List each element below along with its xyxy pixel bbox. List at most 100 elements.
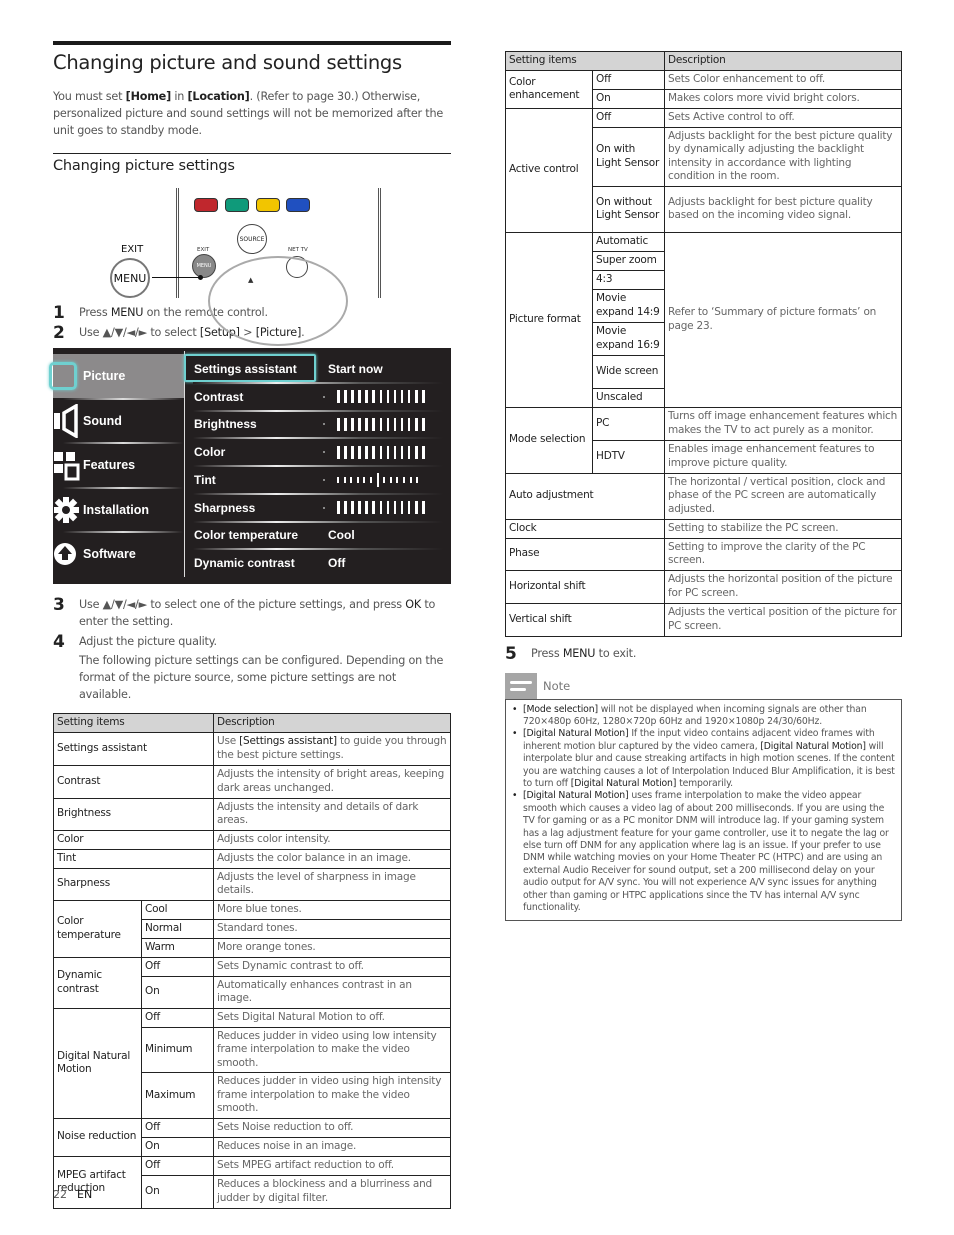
slider-marker bbox=[323, 451, 325, 454]
separator bbox=[193, 437, 443, 440]
header-setting-items: Setting items bbox=[505, 51, 665, 71]
category-label: Sound bbox=[83, 414, 122, 428]
tv-menu-item: Sharpness bbox=[185, 494, 447, 522]
slider-marker bbox=[323, 423, 325, 426]
note-item: [Digital Natural Motion] uses frame inte… bbox=[512, 790, 895, 914]
setting-option: Super zoom bbox=[592, 250, 665, 271]
slider-tick bbox=[379, 390, 383, 404]
red-button bbox=[194, 198, 218, 212]
step-number: 3 bbox=[53, 595, 65, 615]
setting-option: Off bbox=[141, 1007, 214, 1028]
table-row: Picture format Automatic Refer to ‘Summary… bbox=[505, 231, 902, 408]
setting-item: Dynamic contrast bbox=[53, 956, 142, 1009]
source-label: SOURCE bbox=[239, 235, 265, 243]
level-slider bbox=[337, 417, 425, 431]
setting-item: Settings assistant bbox=[53, 731, 214, 766]
small-menu-label: MENU bbox=[196, 263, 212, 269]
setting-description: Reduces judder in video using high inten… bbox=[213, 1072, 451, 1119]
nav-ring bbox=[208, 256, 348, 346]
level-slider bbox=[337, 501, 425, 514]
setting-item: Digital Natural Motion bbox=[53, 1007, 142, 1119]
slider-tick bbox=[337, 417, 340, 431]
setting-description: Reduces a blockiness and a blurriness an… bbox=[213, 1174, 451, 1209]
tv-item-value bbox=[323, 445, 447, 459]
table-row: Vertical shift Adjusts the vertical posit… bbox=[505, 602, 902, 637]
tv-item-value: Start now bbox=[328, 362, 383, 376]
setting-description: Enables image enhancement features to im… bbox=[664, 439, 902, 474]
setting-description: Sets Digital Natural Motion to off. bbox=[213, 1007, 451, 1028]
slider-tick bbox=[415, 417, 418, 431]
setting-description: Adjusts the level of sharpness in image … bbox=[213, 867, 451, 901]
slider-marker bbox=[323, 506, 325, 509]
tv-category-sound: Sound bbox=[53, 399, 184, 443]
menu-button-callout: MENU bbox=[110, 258, 150, 298]
slider-tick bbox=[407, 417, 411, 431]
table-row: Clock Setting to stabilize the PC screen. bbox=[505, 518, 902, 539]
slider-tick bbox=[386, 417, 390, 431]
menu-label: MENU bbox=[113, 271, 147, 285]
category-label: Installation bbox=[83, 503, 149, 517]
gear-icon bbox=[53, 495, 81, 525]
slider-tick bbox=[372, 445, 375, 459]
slider-tick bbox=[351, 501, 354, 514]
small-menu-button: MENU bbox=[192, 254, 216, 278]
table-header: Setting items Description bbox=[53, 713, 451, 733]
tv-item-value bbox=[323, 501, 447, 514]
slider-tick bbox=[416, 476, 419, 483]
right-column: Setting items Description Color enhancem… bbox=[505, 51, 902, 922]
slider-tick bbox=[351, 417, 354, 431]
table-header: Setting items Description bbox=[505, 51, 902, 71]
setting-option: Normal bbox=[141, 918, 214, 939]
language-label: EN bbox=[77, 1188, 93, 1201]
setting-option: PC bbox=[592, 406, 665, 441]
slider-tick bbox=[393, 445, 397, 459]
setting-option: Maximum bbox=[141, 1072, 214, 1119]
slider-tick bbox=[372, 501, 375, 514]
setting-option: On bbox=[592, 88, 665, 109]
tv-item-label: Tint bbox=[194, 472, 216, 487]
slider-marker bbox=[323, 478, 325, 481]
step-number: 1 bbox=[53, 303, 65, 323]
table-row: Sharpness Adjusts the level of sharpness … bbox=[53, 867, 451, 901]
setting-description: Adjusts the horizontal position of the p… bbox=[664, 569, 902, 604]
setting-option: On bbox=[141, 1174, 214, 1209]
note-icon bbox=[505, 672, 537, 699]
setting-option: Unscaled bbox=[592, 387, 665, 408]
slider-tick bbox=[400, 501, 404, 514]
slider-tick bbox=[365, 417, 368, 431]
top-rule bbox=[53, 41, 451, 45]
slider-tick bbox=[415, 501, 418, 514]
level-slider bbox=[337, 445, 425, 459]
setting-option: Cool bbox=[141, 899, 214, 920]
slider-tick bbox=[393, 501, 397, 514]
tv-item-label: Dynamic contrast bbox=[194, 555, 295, 570]
note-header: Note bbox=[505, 672, 902, 699]
step-number: 4 bbox=[53, 632, 65, 652]
tv-item-value bbox=[323, 417, 447, 431]
slider-tick bbox=[422, 417, 425, 431]
setting-option: Wide screen bbox=[592, 354, 665, 389]
slider-tick bbox=[337, 445, 340, 459]
slider-tick bbox=[337, 390, 340, 404]
table-row: Mode selection PC Turns off image enhancem… bbox=[505, 406, 902, 474]
setting-option: On with Light Sensor bbox=[592, 126, 665, 187]
setting-item: Auto adjustment bbox=[505, 472, 665, 520]
table-row: Tint Adjusts the color balance in an imag… bbox=[53, 848, 451, 869]
setting-item: Brightness bbox=[53, 797, 214, 831]
tv-menu-item: Brightness bbox=[185, 410, 447, 438]
table-row: Color enhancement Off Sets Color enhanceme… bbox=[505, 69, 902, 109]
picture-settings-table-continued: Setting items Description Color enhancem… bbox=[505, 51, 902, 637]
slider-tick bbox=[386, 501, 390, 514]
section-title: Changing picture settings bbox=[53, 158, 235, 174]
table-row: Color Adjusts color intensity. bbox=[53, 829, 451, 850]
setting-item: Noise reduction bbox=[53, 1117, 142, 1157]
note-item: [Mode selection] will not be displayed w… bbox=[512, 704, 895, 729]
desc-keyword: [Settings assistant] bbox=[239, 735, 337, 747]
setting-description: Adjusts color intensity. bbox=[213, 829, 451, 850]
desc-text: Use bbox=[217, 735, 240, 747]
slider-marker bbox=[323, 395, 325, 398]
setting-item: Vertical shift bbox=[505, 602, 665, 637]
step-5: 5 Press MENU to exit. bbox=[505, 645, 902, 663]
slider-tick bbox=[393, 417, 397, 431]
setting-option: Movie expand 16:9 bbox=[592, 321, 665, 356]
